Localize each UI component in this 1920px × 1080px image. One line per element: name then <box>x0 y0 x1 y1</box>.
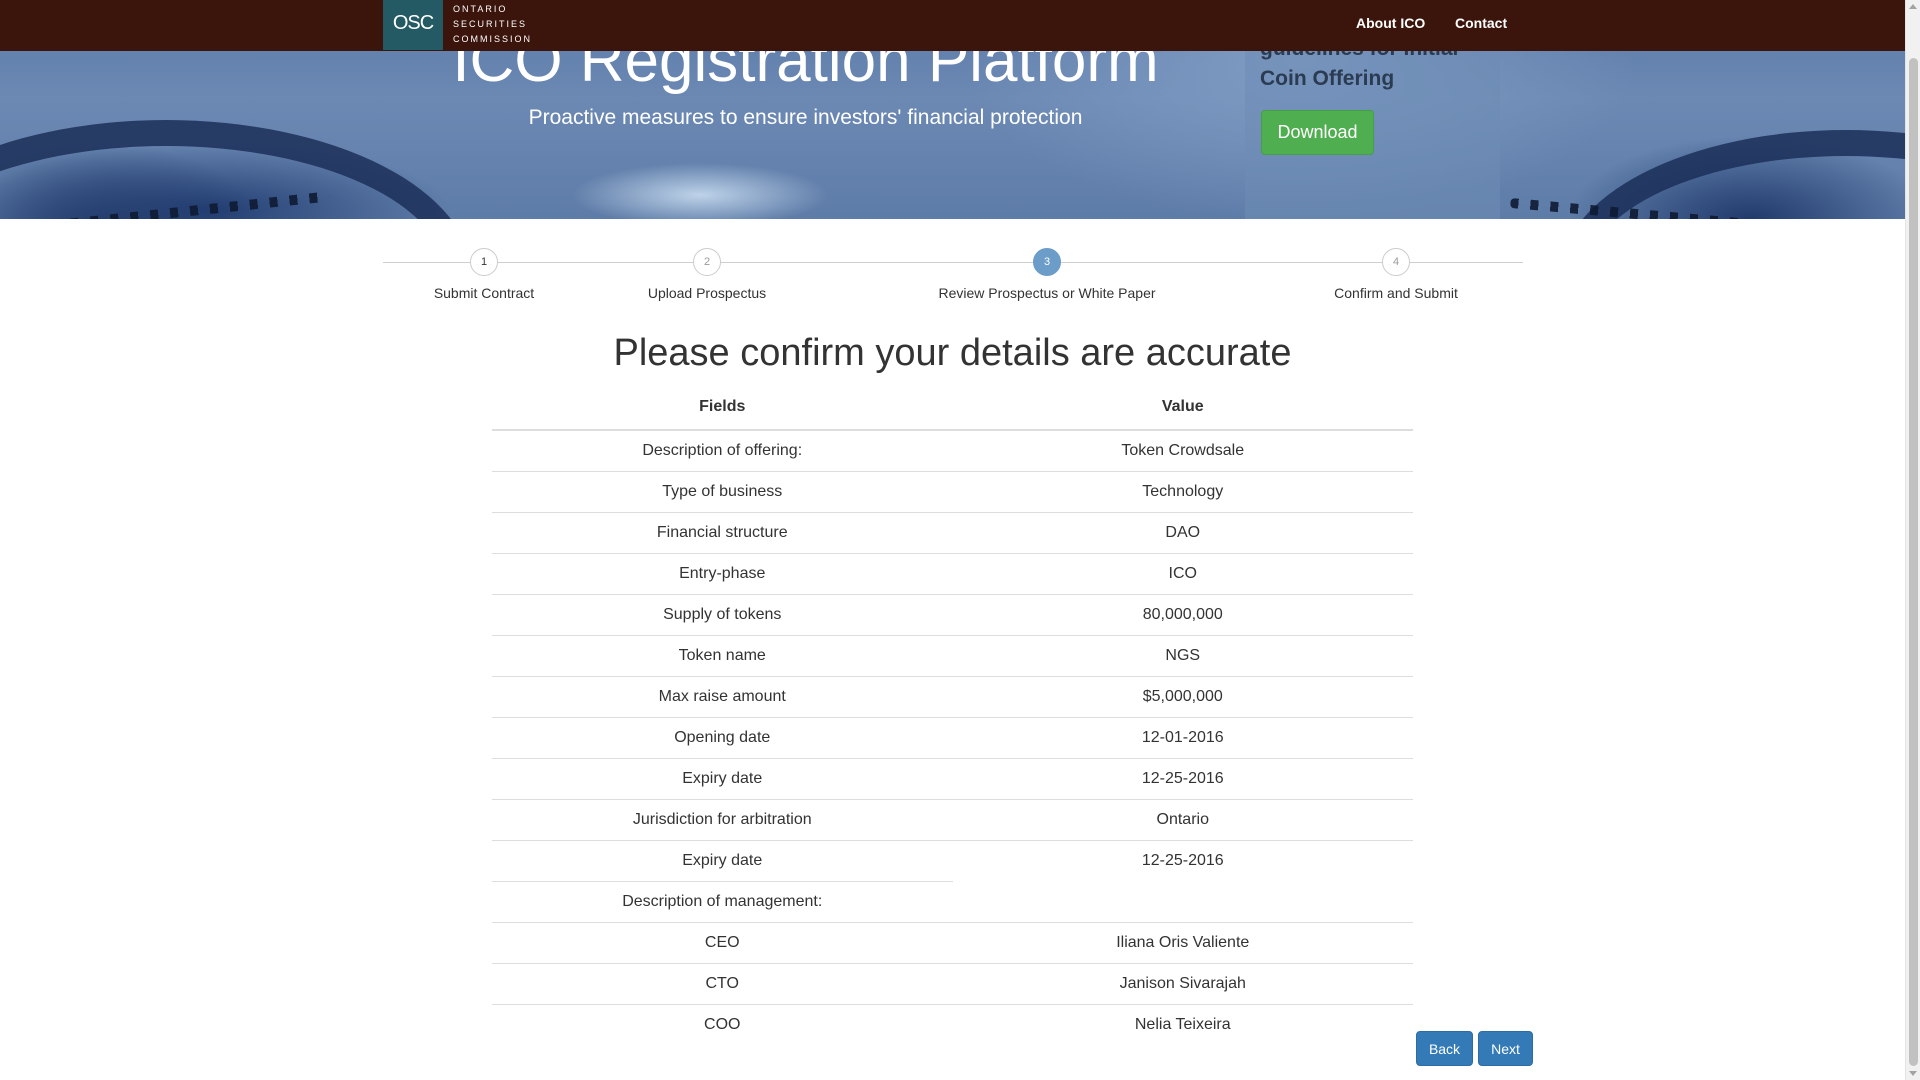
field-cell: CEO <box>492 922 953 964</box>
value-cell: 12-01-2016 <box>952 717 1413 759</box>
step-confirm-submit: 4 Confirm and Submit <box>1246 245 1546 301</box>
table-row: Max raise amount $5,000,000 <box>492 676 1413 718</box>
step-number: 1 <box>470 248 498 276</box>
nav-link-about-ico[interactable]: About ICO <box>1356 15 1425 31</box>
logo-line: SECURITIES <box>453 19 528 29</box>
value-cell: NGS <box>952 635 1413 677</box>
logo-line: COMMISSION <box>453 34 533 44</box>
step-upload-prospectus: 2 Upload Prospectus <box>557 245 857 301</box>
field-cell: Expiry date <box>492 840 953 882</box>
table-row: Supply of tokens 80,000,000 <box>492 594 1413 636</box>
value-cell: 12-25-2016 <box>952 840 1413 882</box>
value-cell: Nelia Teixeira <box>952 1004 1413 1045</box>
progress-stepper: 1 Submit Contract 2 Upload Prospectus 3 … <box>383 245 1523 315</box>
nav-link-contact[interactable]: Contact <box>1455 15 1507 31</box>
field-cell: Description of offering: <box>492 429 953 472</box>
step-review-prospectus: 3 Review Prospectus or White Paper <box>897 245 1197 301</box>
top-navbar: OSC ONTARIO SECURITIES COMMISSION About … <box>0 0 1905 51</box>
field-cell: Max raise amount <box>492 676 953 718</box>
scroll-up-icon[interactable] <box>1909 4 1917 9</box>
table-row: Entry-phase ICO <box>492 553 1413 595</box>
field-cell: Opening date <box>492 717 953 759</box>
field-cell: Expiry date <box>492 758 953 800</box>
step-number: 4 <box>1382 248 1410 276</box>
field-cell: Entry-phase <box>492 553 953 595</box>
table-row: Type of business Technology <box>492 471 1413 513</box>
back-button[interactable]: Back <box>1416 1031 1473 1066</box>
table-row: CTO Janison Sivarajah <box>492 963 1413 1005</box>
table-row: COO Nelia Teixeira <box>492 1004 1413 1045</box>
step-number: 2 <box>693 248 721 276</box>
scroll-down-icon[interactable] <box>1909 1071 1917 1076</box>
value-cell: Iliana Oris Valiente <box>952 922 1413 964</box>
value-cell: $5,000,000 <box>952 676 1413 718</box>
details-table: Fields Value Description of offering: To… <box>492 385 1413 1045</box>
field-cell: Type of business <box>492 471 953 513</box>
page-scrollbar[interactable] <box>1905 0 1920 1080</box>
field-cell: Supply of tokens <box>492 594 953 636</box>
table-row: Expiry date 12-25-2016 <box>492 840 1413 882</box>
value-cell <box>953 882 1414 923</box>
table-row: Description of offering: Token Crowdsale <box>492 429 1413 472</box>
logo-line: ONTARIO <box>453 4 508 14</box>
value-cell: Technology <box>952 471 1413 513</box>
table-row: CEO Iliana Oris Valiente <box>492 922 1413 964</box>
column-header-value: Value <box>952 385 1413 431</box>
value-cell: Janison Sivarajah <box>952 963 1413 1005</box>
value-cell: Ontario <box>952 799 1413 841</box>
value-cell: 80,000,000 <box>952 594 1413 636</box>
field-cell: CTO <box>492 963 953 1005</box>
step-label: Upload Prospectus <box>647 285 767 301</box>
table-row: Financial structure DAO <box>492 512 1413 554</box>
field-cell: Token name <box>492 635 953 677</box>
table-row: Token name NGS <box>492 635 1413 677</box>
table-row: Description of management: <box>492 881 1414 923</box>
page-title: Please confirm your details are accurate <box>613 332 1292 374</box>
field-cell: COO <box>492 1004 953 1045</box>
step-label: Review Prospectus or White Paper <box>938 285 1156 301</box>
logo-mark: OSC <box>383 0 443 50</box>
value-cell: ICO <box>952 553 1413 595</box>
column-header-fields: Fields <box>492 385 953 431</box>
next-button[interactable]: Next <box>1478 1031 1533 1066</box>
field-cell: Jurisdiction for arbitration <box>492 799 953 841</box>
scrollbar-thumb[interactable] <box>1909 58 1918 1066</box>
value-cell: Token Crowdsale <box>952 429 1413 472</box>
step-number: 3 <box>1033 248 1061 276</box>
step-label: Confirm and Submit <box>1334 285 1458 301</box>
hero-background-shape <box>1560 130 1905 219</box>
download-button[interactable]: Download <box>1261 110 1374 155</box>
table-row: Expiry date 12-25-2016 <box>492 758 1413 800</box>
osc-logo[interactable]: OSC ONTARIO SECURITIES COMMISSION <box>383 0 533 50</box>
table-header-row: Fields Value <box>492 385 1413 431</box>
value-cell: DAO <box>952 512 1413 554</box>
logo-wordmark: ONTARIO SECURITIES COMMISSION <box>453 2 543 47</box>
page: ICO Registration Platform Proactive meas… <box>0 0 1920 1080</box>
table-row: Opening date 12-01-2016 <box>492 717 1413 759</box>
field-cell: Financial structure <box>492 512 953 554</box>
value-cell: 12-25-2016 <box>952 758 1413 800</box>
field-cell: Description of management: <box>492 881 953 923</box>
table-row: Jurisdiction for arbitration Ontario <box>492 799 1413 841</box>
